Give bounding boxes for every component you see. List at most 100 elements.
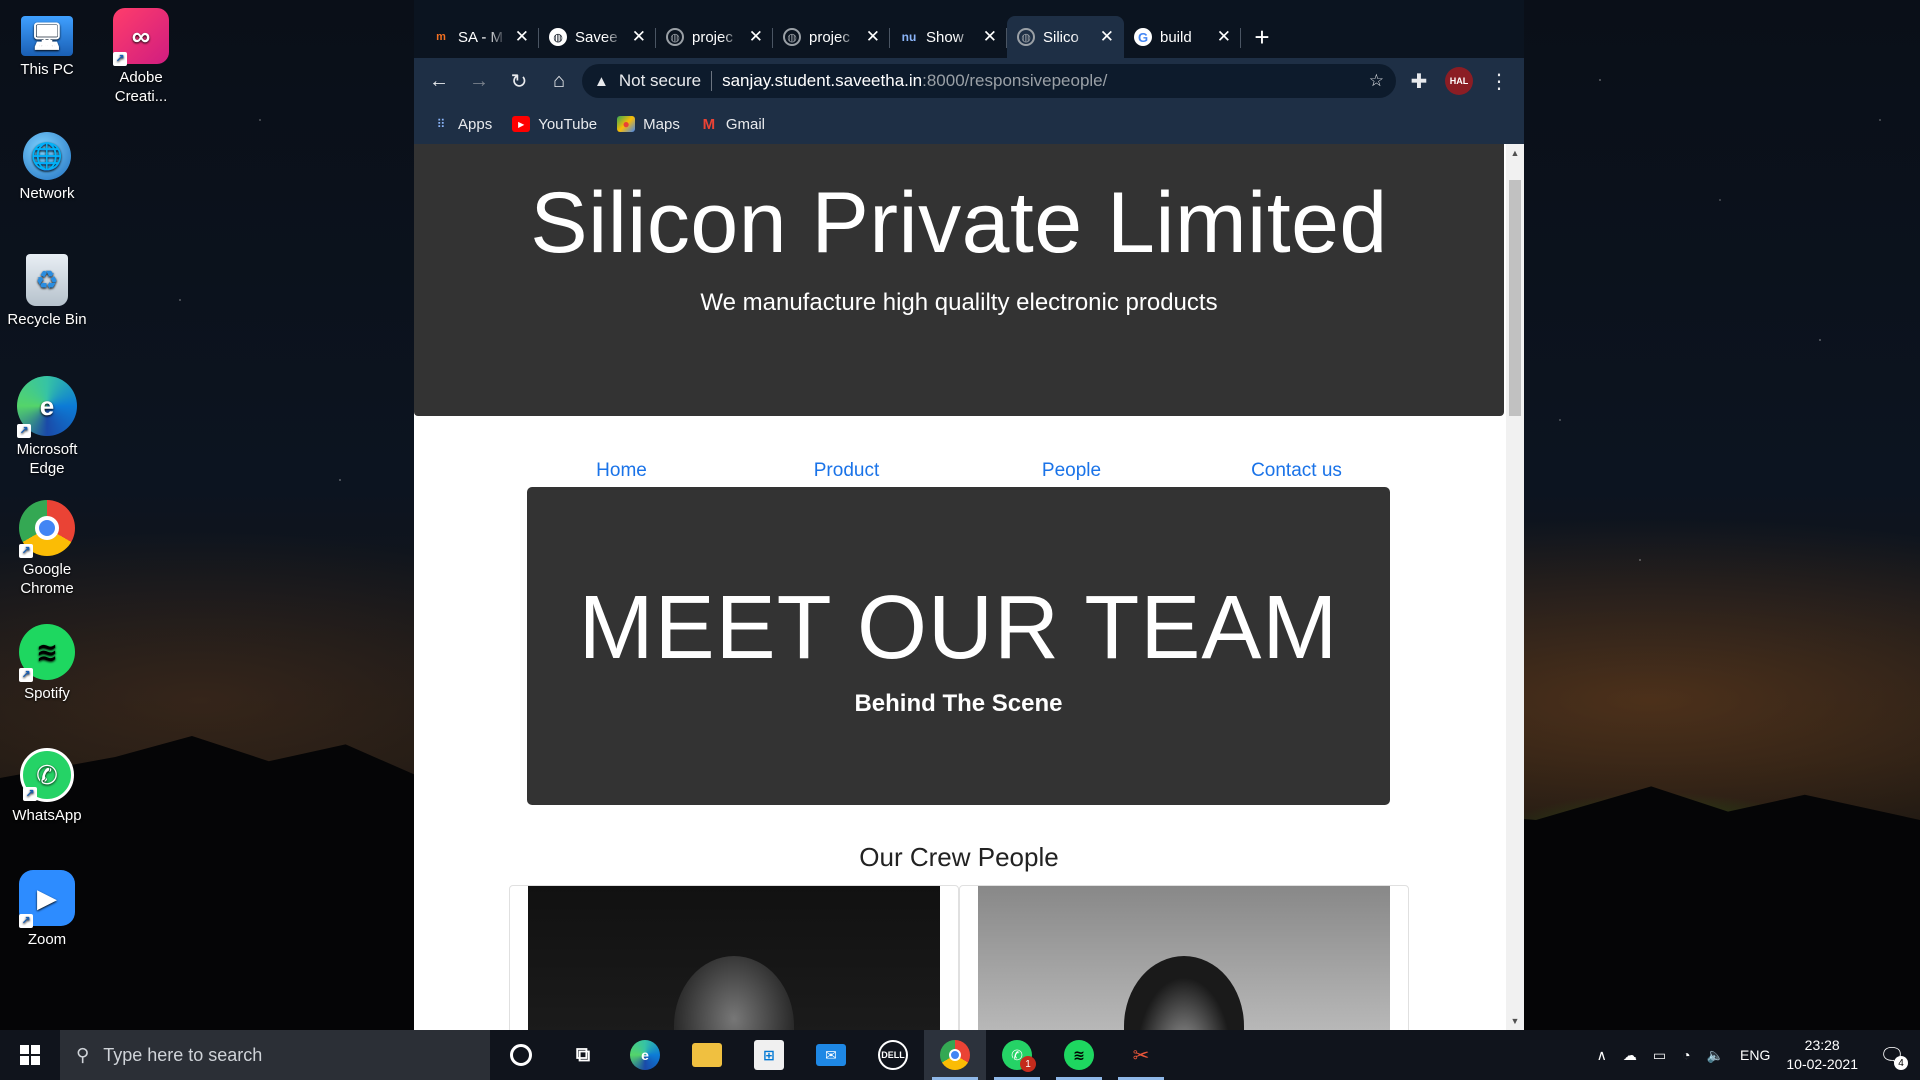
- tab-title: projec: [692, 28, 733, 46]
- desktop-icon-adobe[interactable]: ∞ ↗ Adobe Creati...: [94, 8, 188, 106]
- shortcut-arrow-icon: ↗: [19, 668, 33, 682]
- address-bar[interactable]: ▲ Not secure sanjay.student.saveetha.in:…: [582, 64, 1396, 98]
- onedrive-icon[interactable]: ☁: [1623, 1047, 1637, 1064]
- bookmark-apps[interactable]: ⠿ Apps: [432, 115, 493, 133]
- globe-icon: ◍: [549, 28, 567, 46]
- desktop-icon-spotify[interactable]: ≋ ↗ Spotify: [0, 624, 94, 703]
- battery-icon[interactable]: ▭: [1653, 1047, 1666, 1064]
- desktop-icon-whatsapp[interactable]: ✆ ↗ WhatsApp: [0, 748, 94, 825]
- page-scrollbar[interactable]: ▲ ▼: [1506, 144, 1524, 1030]
- desktop-icon-chrome[interactable]: ↗ Google Chrome: [0, 500, 94, 598]
- tab-project-2[interactable]: ◍ projec ✕: [773, 16, 890, 58]
- file-explorer-icon: [692, 1043, 722, 1067]
- taskbar-cortana[interactable]: [490, 1030, 552, 1080]
- url-text[interactable]: sanjay.student.saveetha.in:8000/responsi…: [722, 71, 1359, 91]
- close-tab-icon[interactable]: ✕: [1100, 27, 1114, 47]
- wifi-icon[interactable]: ◔: [1682, 1047, 1690, 1063]
- tab-title: Silico: [1043, 28, 1079, 46]
- clock-date: 10-02-2021: [1786, 1056, 1858, 1072]
- taskbar-chrome[interactable]: [924, 1030, 986, 1080]
- close-tab-icon[interactable]: ✕: [983, 27, 997, 47]
- scroll-down-icon[interactable]: ▼: [1506, 1012, 1524, 1030]
- close-tab-icon[interactable]: ✕: [866, 27, 880, 47]
- clock[interactable]: 23:28 10-02-2021: [1786, 1036, 1858, 1074]
- close-tab-icon[interactable]: ✕: [749, 27, 763, 47]
- shortcut-arrow-icon: ↗: [23, 787, 37, 801]
- nav-link-home[interactable]: Home: [509, 460, 734, 488]
- edge-icon: e: [630, 1040, 660, 1070]
- back-button[interactable]: ←: [422, 64, 456, 98]
- globe-icon: ◍: [1017, 28, 1035, 46]
- unread-badge: 1: [1020, 1056, 1036, 1072]
- crew-photo: [528, 886, 940, 1030]
- new-tab-button[interactable]: +: [1241, 16, 1283, 58]
- taskbar-task-view[interactable]: ⧉: [552, 1030, 614, 1080]
- scrollbar-thumb[interactable]: [1509, 180, 1521, 416]
- avatar: HAL: [1445, 67, 1473, 95]
- bookmark-label: YouTube: [538, 115, 598, 133]
- security-label[interactable]: Not secure: [619, 71, 701, 91]
- desktop-icon-label: WhatsApp: [12, 807, 82, 824]
- desktop-icon-recycle-bin[interactable]: ♻ Recycle Bin: [0, 254, 94, 329]
- close-tab-icon[interactable]: ✕: [632, 27, 646, 47]
- browser-window: m SA - M ✕ ◍ Savee ✕ ◍ projec ✕ ◍ projec…: [414, 0, 1524, 1030]
- desktop-icon-label: Network: [19, 185, 75, 202]
- gmail-icon: M: [702, 115, 716, 133]
- taskbar-file-explorer[interactable]: [676, 1030, 738, 1080]
- taskbar-dell[interactable]: DELL: [862, 1030, 924, 1080]
- taskbar-spotify[interactable]: ≋: [1048, 1030, 1110, 1080]
- taskbar-snip[interactable]: ✂: [1110, 1030, 1172, 1080]
- bookmark-maps[interactable]: ● Maps: [617, 116, 680, 133]
- desktop-icon-zoom[interactable]: ▶ ↗ Zoom: [0, 870, 94, 949]
- task-view-icon: ⧉: [575, 1043, 591, 1066]
- reload-button[interactable]: ↻: [502, 64, 536, 98]
- bookmarks-bar: ⠿ Apps ▶ YouTube ● Maps M Gmail: [414, 104, 1524, 144]
- desktop-icon-label: Microsoft Edge: [16, 441, 78, 477]
- bookmark-label: Maps: [643, 115, 680, 133]
- forward-button[interactable]: →: [462, 64, 496, 98]
- taskbar-store[interactable]: ⊞: [738, 1030, 800, 1080]
- tab-project-1[interactable]: ◍ projec ✕: [656, 16, 773, 58]
- scroll-up-icon[interactable]: ▲: [1506, 144, 1524, 162]
- action-center-button[interactable]: 🗨 4: [1874, 1040, 1910, 1070]
- taskbar-mail[interactable]: ✉: [800, 1030, 862, 1080]
- start-button[interactable]: [0, 1030, 60, 1080]
- notification-count: 4: [1894, 1056, 1908, 1070]
- nav-link-people[interactable]: People: [959, 460, 1184, 488]
- home-button[interactable]: ⌂: [542, 64, 576, 98]
- tab-sa[interactable]: m SA - M ✕: [422, 16, 539, 58]
- tab-build[interactable]: G build ✕: [1124, 16, 1241, 58]
- profile-button[interactable]: HAL: [1442, 64, 1476, 98]
- close-tab-icon[interactable]: ✕: [515, 27, 529, 47]
- crew-card: [509, 885, 959, 1030]
- company-title: Silicon Private Limited: [530, 175, 1388, 271]
- desktop-icon-this-pc[interactable]: 🖥 This PC: [0, 8, 94, 79]
- tab-silicon[interactable]: ◍ Silico ✕: [1007, 16, 1124, 58]
- desktop-icon-edge[interactable]: e ↗ Microsoft Edge: [0, 376, 94, 478]
- taskbar-edge[interactable]: e: [614, 1030, 676, 1080]
- bookmark-gmail[interactable]: M Gmail: [700, 116, 765, 133]
- team-banner: MEET OUR TEAM Behind The Scene: [527, 487, 1390, 805]
- tab-show[interactable]: nu Show ✕: [890, 16, 1007, 58]
- language-indicator[interactable]: ENG: [1740, 1047, 1770, 1063]
- extensions-button[interactable]: ✚: [1402, 64, 1436, 98]
- nav-link-contact[interactable]: Contact us: [1184, 460, 1409, 488]
- nav-link-product[interactable]: Product: [734, 460, 959, 488]
- chrome-icon: [940, 1040, 970, 1070]
- close-tab-icon[interactable]: ✕: [1217, 27, 1231, 47]
- bookmark-label: Apps: [458, 115, 493, 133]
- taskbar-whatsapp[interactable]: ✆ 1: [986, 1030, 1048, 1080]
- menu-button[interactable]: ⋮: [1482, 64, 1516, 98]
- bookmark-youtube[interactable]: ▶ YouTube: [512, 116, 597, 133]
- shortcut-arrow-icon: ↗: [19, 914, 33, 928]
- spotify-icon: ≋ ↗: [19, 624, 75, 682]
- team-subheading: Behind The Scene: [854, 690, 1063, 717]
- tab-title: projec: [809, 28, 850, 46]
- desktop-icon-network[interactable]: 🌐 Network: [0, 132, 94, 203]
- taskbar-search[interactable]: ⚲ Type here to search: [60, 1030, 490, 1080]
- volume-icon[interactable]: 🔈: [1707, 1047, 1724, 1064]
- chevron-up-icon[interactable]: ∧: [1597, 1047, 1607, 1064]
- bookmark-star-icon[interactable]: ☆: [1369, 71, 1384, 91]
- puzzle-icon: ✚: [1410, 70, 1428, 93]
- tab-savee[interactable]: ◍ Savee ✕: [539, 16, 656, 58]
